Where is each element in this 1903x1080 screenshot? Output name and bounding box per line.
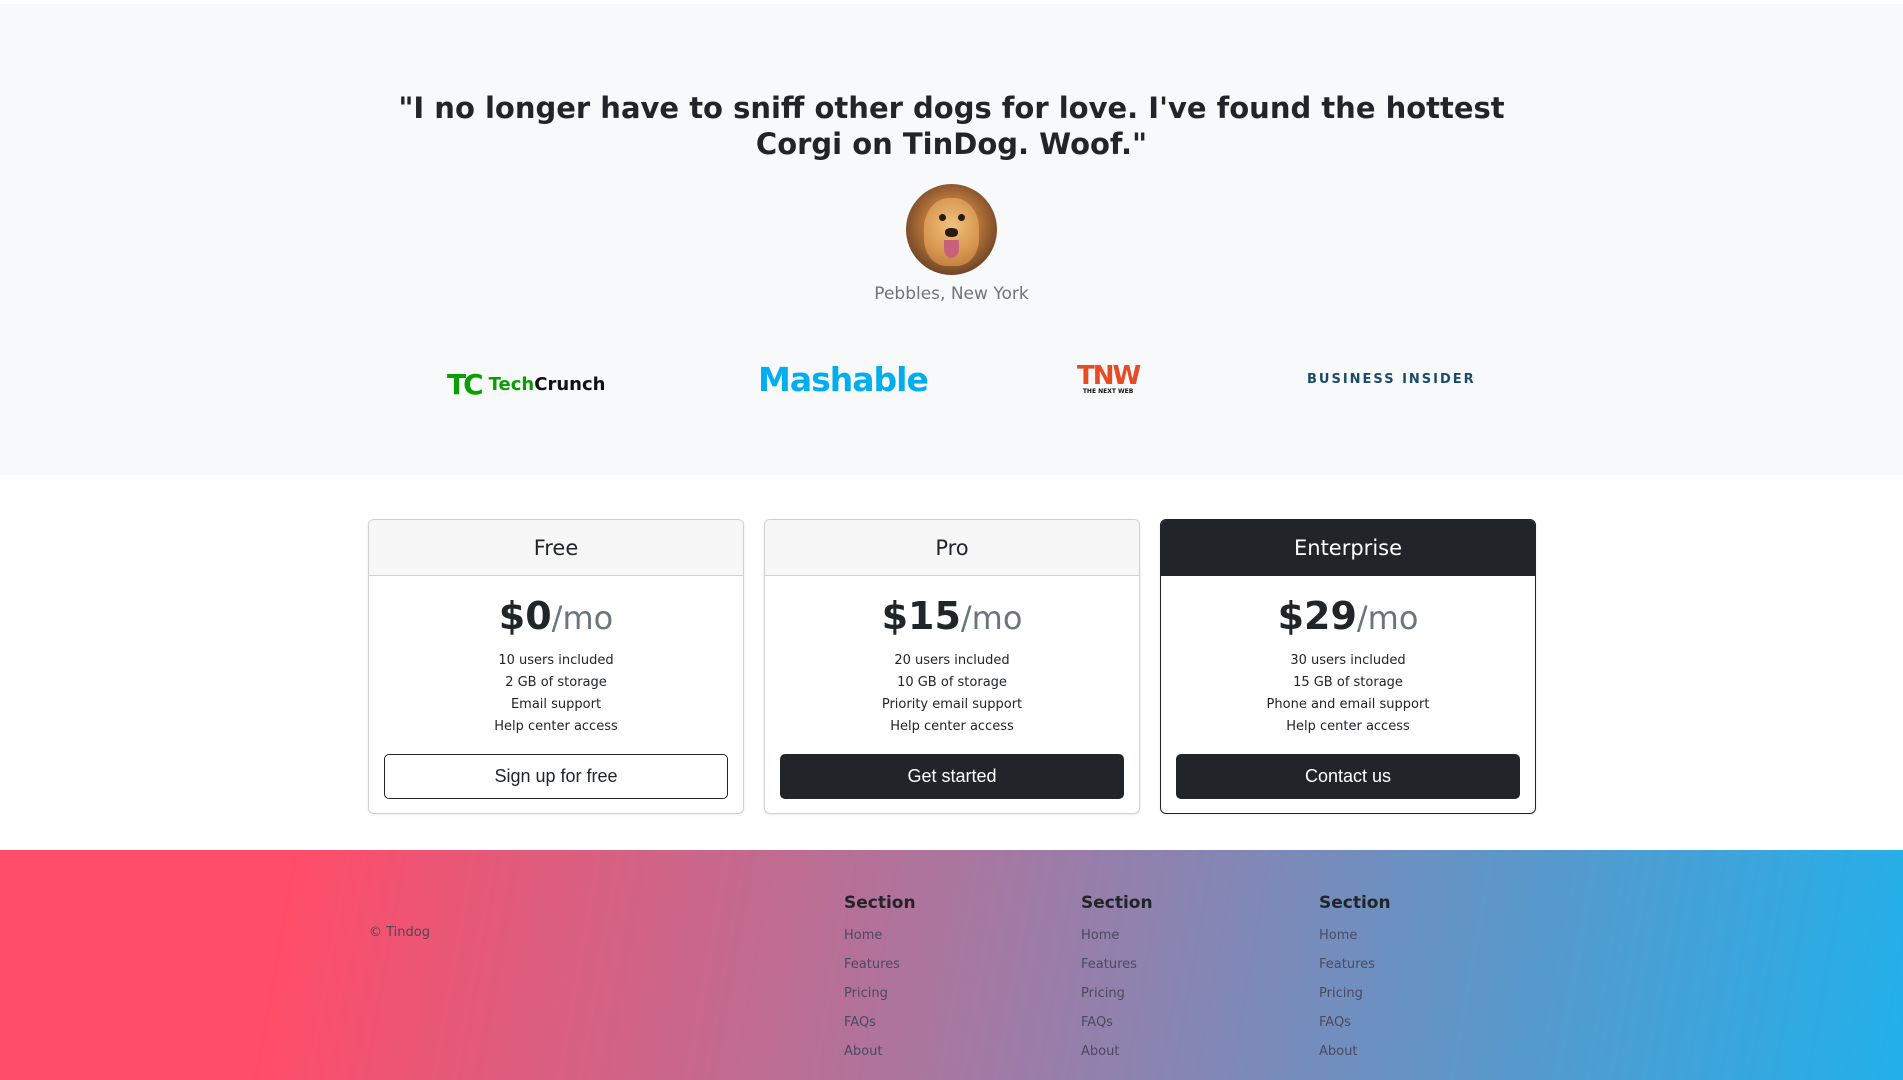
footer-link-features[interactable]: Features: [1081, 950, 1153, 979]
mashable-logo: Mashable: [758, 360, 929, 399]
dog-nose: [945, 228, 958, 237]
footer: © Tindog Section Home Features Pricing F…: [0, 850, 1903, 1080]
feature-item: Email support: [510, 697, 602, 712]
footer-column-title: Section: [1081, 893, 1153, 913]
footer-link-features[interactable]: Features: [1319, 950, 1391, 979]
feature-item: 10 GB of storage: [897, 675, 1007, 690]
business-insider-logo: BUSINESS INSIDER: [1307, 372, 1476, 387]
pricing-card-pro: Pro $15/mo 20 users included 10 GB of st…: [764, 519, 1140, 814]
copyright: © Tindog: [369, 925, 430, 940]
plan-name: Enterprise: [1161, 520, 1535, 576]
tnw-subtitle: THE NEXT WEB: [1082, 388, 1134, 395]
tnw-mark: TNW: [1077, 361, 1141, 391]
feature-item: 30 users included: [1290, 653, 1406, 668]
footer-column-title: Section: [844, 893, 916, 913]
dog-avatar: [906, 184, 997, 275]
plan-price: $29/mo: [1277, 594, 1419, 638]
feature-item: Help center access: [1286, 719, 1410, 734]
feature-item: Priority email support: [881, 697, 1023, 712]
footer-link-faqs[interactable]: FAQs: [844, 1008, 916, 1037]
footer-link-pricing[interactable]: Pricing: [1081, 979, 1153, 1008]
plan-name: Free: [369, 520, 743, 576]
testimonial-quote: "I no longer have to sniff other dogs fo…: [398, 91, 1505, 161]
sign-up-free-button[interactable]: Sign up for free: [384, 754, 728, 799]
footer-link-pricing[interactable]: Pricing: [1319, 979, 1391, 1008]
footer-link-about[interactable]: About: [1319, 1037, 1391, 1066]
dog-eye-right: [958, 214, 965, 221]
pricing-card-enterprise: Enterprise $29/mo 30 users included 15 G…: [1160, 519, 1536, 814]
footer-column-title: Section: [1319, 893, 1391, 913]
plan-name: Pro: [765, 520, 1139, 576]
footer-column: Section Home Features Pricing FAQs About: [1081, 893, 1153, 1066]
techcrunch-wordmark: TechCrunch: [488, 374, 606, 395]
testimonial-author: Pebbles, New York: [874, 284, 1029, 304]
feature-item: 2 GB of storage: [505, 675, 607, 690]
footer-link-faqs[interactable]: FAQs: [1319, 1008, 1391, 1037]
footer-link-home[interactable]: Home: [844, 921, 916, 950]
plan-features: 20 users included 10 GB of storage Prior…: [765, 650, 1139, 738]
footer-link-home[interactable]: Home: [1319, 921, 1391, 950]
pricing-card-free: Free $0/mo 10 users included 2 GB of sto…: [368, 519, 744, 814]
dog-eye-left: [939, 214, 946, 221]
feature-item: Help center access: [890, 719, 1014, 734]
feature-item: 15 GB of storage: [1293, 675, 1403, 690]
feature-item: 10 users included: [498, 653, 614, 668]
feature-item: 20 users included: [894, 653, 1010, 668]
footer-link-features[interactable]: Features: [844, 950, 916, 979]
footer-link-about[interactable]: About: [1081, 1037, 1153, 1066]
footer-link-home[interactable]: Home: [1081, 921, 1153, 950]
plan-price: $0/mo: [498, 594, 614, 638]
plan-features: 30 users included 15 GB of storage Phone…: [1161, 650, 1535, 738]
dog-tongue: [944, 240, 959, 258]
tnw-logo: TNW THE NEXT WEB: [1077, 361, 1141, 395]
footer-link-about[interactable]: About: [844, 1037, 916, 1066]
footer-link-pricing[interactable]: Pricing: [844, 979, 916, 1008]
contact-us-button[interactable]: Contact us: [1176, 754, 1520, 799]
feature-item: Help center access: [494, 719, 618, 734]
get-started-button[interactable]: Get started: [780, 754, 1124, 799]
techcrunch-logo: TC TechCrunch: [447, 368, 605, 401]
plan-features: 10 users included 2 GB of storage Email …: [369, 650, 743, 738]
feature-item: Phone and email support: [1266, 697, 1430, 712]
footer-column: Section Home Features Pricing FAQs About: [844, 893, 916, 1066]
footer-column: Section Home Features Pricing FAQs About: [1319, 893, 1391, 1066]
techcrunch-mark: TC: [447, 368, 484, 401]
testimonial-section: "I no longer have to sniff other dogs fo…: [0, 4, 1903, 475]
footer-link-faqs[interactable]: FAQs: [1081, 1008, 1153, 1037]
plan-price: $15/mo: [881, 594, 1023, 638]
